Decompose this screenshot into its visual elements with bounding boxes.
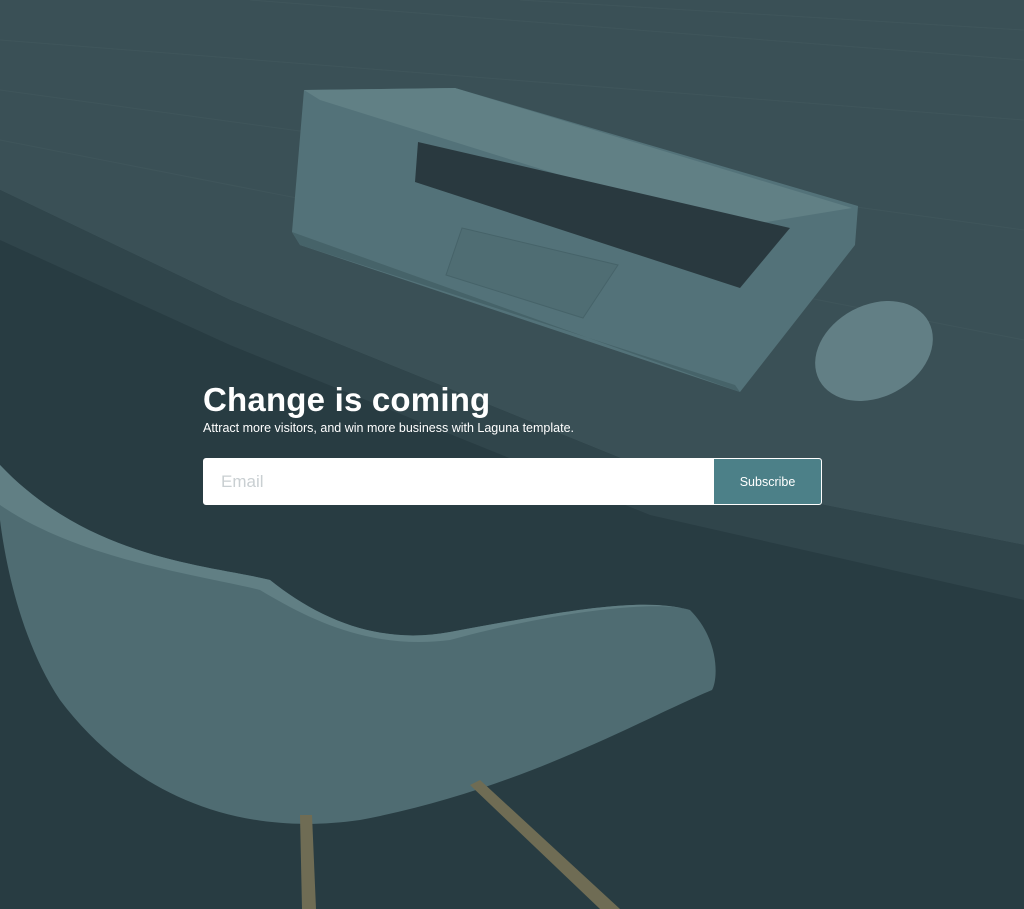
tint-layer: [0, 0, 1024, 909]
email-input[interactable]: [204, 459, 714, 504]
background-photo: [0, 0, 1024, 909]
hero-section: Change is coming Attract more visitors, …: [203, 380, 822, 505]
subscribe-form: Subscribe: [203, 458, 822, 505]
page-title: Change is coming: [203, 381, 491, 418]
landing-page: Change is coming Attract more visitors, …: [0, 0, 1024, 909]
page-subtitle: Attract more visitors, and win more busi…: [203, 421, 575, 435]
subscribe-button[interactable]: Subscribe: [714, 459, 821, 504]
